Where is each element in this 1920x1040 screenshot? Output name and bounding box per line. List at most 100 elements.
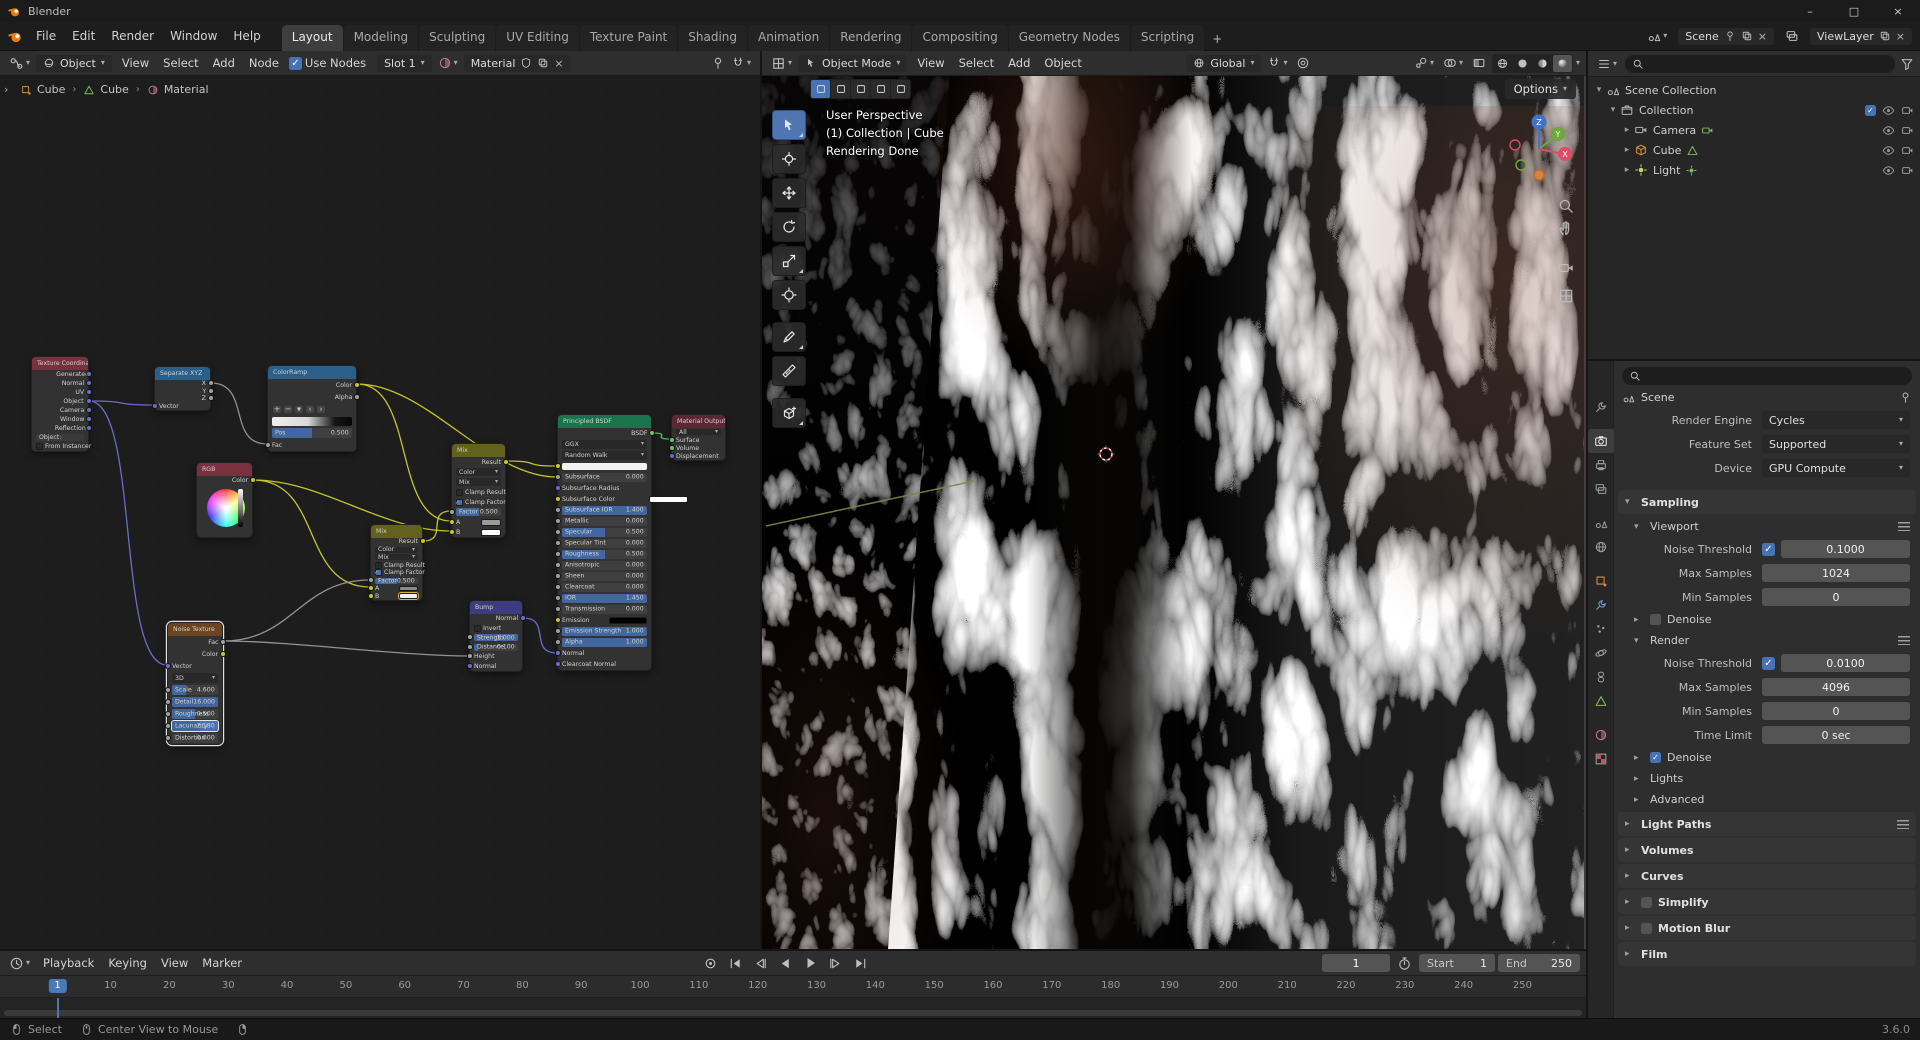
output-socket[interactable] (208, 395, 214, 401)
property-checkbox[interactable]: ✓ (1762, 657, 1775, 670)
input-socket[interactable] (555, 639, 561, 645)
node-row-sheen[interactable]: Sheen0.000 (558, 571, 651, 582)
node-header[interactable]: Mix (371, 525, 422, 538)
color-bar[interactable] (562, 463, 647, 470)
output-socket[interactable] (354, 394, 360, 400)
input-socket[interactable] (449, 529, 455, 535)
node-row-metallic[interactable]: Metallic0.000 (558, 516, 651, 527)
outliner-row-scene-collection[interactable]: ▾Scene Collection (1588, 80, 1920, 100)
maximize-button[interactable]: □ (1832, 0, 1876, 22)
node-row-wheel[interactable] (197, 485, 252, 537)
shading-wireframe-button[interactable] (1493, 55, 1512, 72)
viewport-menu-add[interactable]: Add (1001, 53, 1037, 73)
select-mode-extend[interactable] (831, 80, 850, 98)
node-row-b[interactable]: B (452, 527, 505, 537)
fake-user-icon[interactable] (520, 57, 532, 69)
node-header[interactable]: Mix (452, 444, 505, 457)
input-socket[interactable] (669, 437, 675, 443)
value-slider[interactable]: Subsurface IOR1.400 (562, 506, 647, 515)
tool-annotate[interactable] (772, 322, 806, 352)
input-socket[interactable] (449, 509, 455, 515)
output-socket[interactable] (208, 388, 214, 394)
node-row-window[interactable]: Window (32, 415, 88, 424)
node-row-object[interactable]: Object (32, 397, 88, 406)
panel-menu-icon[interactable] (1898, 522, 1910, 531)
input-socket[interactable] (555, 463, 561, 469)
color-swatch[interactable] (481, 529, 501, 536)
node-row-distortion[interactable]: Distortion0.000 (168, 732, 222, 744)
tab-uv-editing[interactable]: UV Editing (496, 25, 579, 51)
node-row-gradient[interactable] (268, 415, 356, 427)
input-socket[interactable] (165, 711, 171, 717)
navigation-gizmo[interactable]: Z Y X (1499, 109, 1579, 189)
tab-compositing[interactable]: Compositing (912, 25, 1007, 51)
node-row-z[interactable]: Z (155, 395, 210, 403)
node-row-alpha[interactable]: Alpha (268, 391, 356, 403)
input-socket[interactable] (555, 507, 561, 513)
render-visibility-camera-icon[interactable] (1901, 124, 1914, 137)
node-row-base-color[interactable] (558, 461, 651, 472)
subpanel-denoise[interactable]: ▸✓Denoise (1614, 747, 1920, 768)
node-row-invert[interactable]: Invert (470, 624, 522, 634)
node-row-emission-strength[interactable]: Emission Strength1.000 (558, 626, 651, 637)
property-number-field[interactable]: 4096 (1762, 678, 1910, 696)
node-checkbox[interactable] (36, 443, 43, 450)
node-row-a[interactable]: A (371, 585, 422, 593)
properties-tab-texture[interactable] (1588, 747, 1614, 771)
input-socket[interactable] (555, 650, 561, 656)
new-scene-icon[interactable] (1741, 30, 1753, 42)
node-noise-texture[interactable]: Noise TextureFacColorVector3D▾Scale4.600… (167, 622, 223, 745)
node-row-drop[interactable]: Random Walk▾ (558, 450, 651, 461)
pin-icon[interactable] (1899, 391, 1912, 404)
tab-layout[interactable]: Layout (282, 25, 343, 51)
panel-motion-blur[interactable]: ▸Motion Blur (1618, 916, 1916, 940)
panel-light-paths[interactable]: ▸Light Paths (1618, 812, 1916, 836)
value-slider[interactable]: Emission Strength1.000 (562, 627, 647, 636)
tab-modeling[interactable]: Modeling (344, 25, 419, 51)
output-socket[interactable] (420, 538, 426, 544)
timeline-track[interactable] (0, 998, 1586, 1018)
subpanel-checkbox[interactable] (1650, 614, 1661, 625)
node-row-subsurface[interactable]: Subsurface0.000 (558, 472, 651, 483)
node-row-alpha[interactable]: Alpha1.000 (558, 637, 651, 648)
node-row-drop[interactable]: Mix▾ (452, 477, 505, 487)
play-button[interactable] (800, 953, 822, 973)
panel-film[interactable]: ▸Film (1618, 942, 1916, 966)
shading-solid-button[interactable] (1513, 55, 1532, 72)
property-number-field[interactable]: 1024 (1762, 564, 1910, 582)
input-socket[interactable] (555, 496, 561, 502)
node-row-lacunarity[interactable]: Lacunarity2.180 (168, 720, 222, 732)
pin-icon[interactable] (711, 56, 725, 70)
select-mode-subtract[interactable] (851, 80, 870, 98)
node-row-result[interactable]: Result (371, 538, 422, 546)
node-row-clearcoat-normal[interactable]: Clearcoat Normal (558, 659, 651, 670)
panel-simplify[interactable]: ▸Simplify (1618, 890, 1916, 914)
playhead[interactable] (57, 998, 59, 1018)
disclosure-icon[interactable]: ▸ (1625, 845, 1635, 855)
node-row-scale[interactable]: Scale4.600 (168, 684, 222, 696)
node-dropdown[interactable]: 3D▾ (172, 673, 218, 682)
auto-keying-button[interactable] (700, 953, 722, 973)
properties-tab-output[interactable] (1588, 453, 1614, 477)
subpanel-advanced[interactable]: ▸Advanced (1614, 789, 1920, 810)
value-slider[interactable]: Distance0.100 (474, 644, 518, 651)
node-separate-xyz[interactable]: Separate XYZXYZVector (154, 366, 211, 411)
tab-sculpting[interactable]: Sculpting (419, 25, 495, 51)
shader-menu-view[interactable]: View (115, 53, 156, 73)
disclosure-icon[interactable]: ▸ (1620, 125, 1634, 135)
input-socket[interactable] (555, 584, 561, 590)
output-socket[interactable] (86, 425, 92, 431)
node-checkbox[interactable]: ✓ (375, 569, 382, 576)
value-slider[interactable]: Lacunarity2.180 (172, 721, 218, 730)
disclosure-icon[interactable]: ▸ (1620, 145, 1634, 155)
tab-animation[interactable]: Animation (748, 25, 829, 51)
scene-browse-button[interactable]: ▾ (1644, 27, 1670, 45)
node-row-subsurface-color[interactable]: Subsurface Color (558, 494, 651, 505)
minimize-button[interactable]: – (1788, 0, 1832, 22)
value-slider[interactable]: Transmission0.000 (562, 605, 647, 614)
node-mix-color-2[interactable]: MixResultColor▾Mix▾Clamp Result✓Clamp Fa… (370, 524, 423, 601)
disclosure-icon[interactable]: ▸ (1634, 795, 1644, 805)
node-row-vector[interactable]: Vector (168, 660, 222, 672)
node-dropdown[interactable]: Mix▾ (456, 478, 501, 486)
breadcrumb-item[interactable]: Cube (100, 83, 128, 96)
